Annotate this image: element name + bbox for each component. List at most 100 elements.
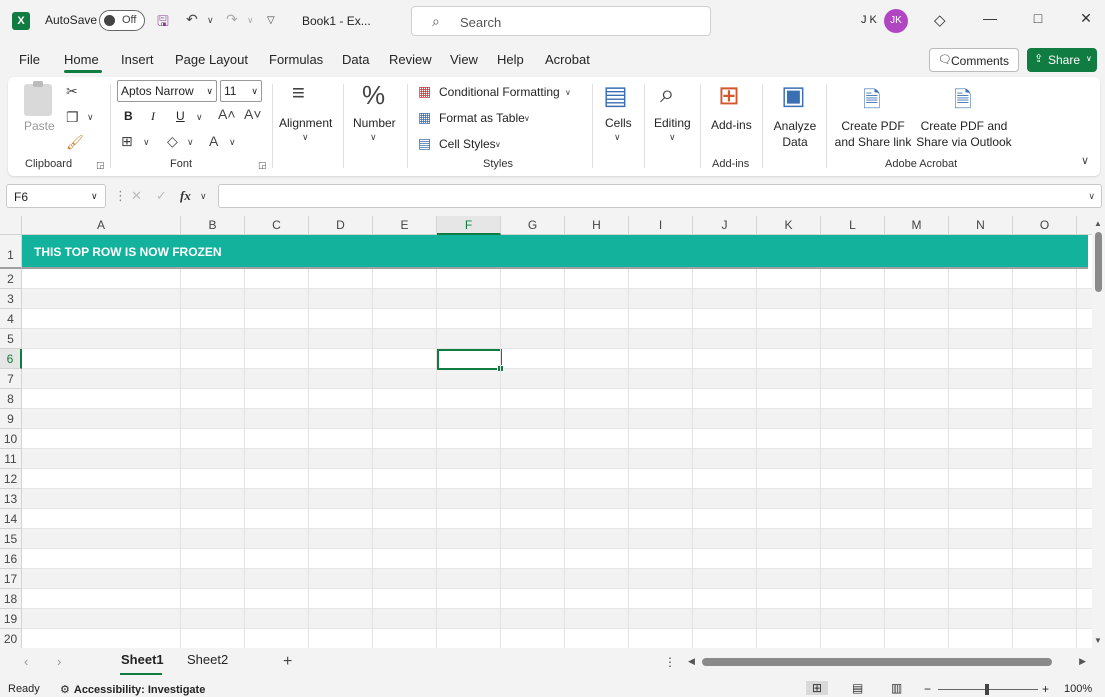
number-format-icon[interactable]: % xyxy=(362,80,385,111)
row-header-19[interactable]: 19 xyxy=(0,609,22,629)
sheet-tab-sheet1[interactable]: Sheet1 xyxy=(121,652,164,674)
editing-button-label[interactable]: Editing xyxy=(654,116,691,130)
column-header-a[interactable]: A xyxy=(22,216,181,235)
row-header-17[interactable]: 17 xyxy=(0,569,22,589)
decrease-font-icon[interactable]: A˅ xyxy=(244,106,262,122)
cell-styles-button[interactable]: Cell Styles xyxy=(439,137,496,151)
document-title[interactable]: Book1 - Ex... xyxy=(302,14,371,28)
table-row[interactable] xyxy=(22,509,1092,529)
conditional-formatting-dropdown-icon[interactable]: ∨ xyxy=(565,88,571,97)
font-color-icon[interactable]: A xyxy=(209,133,218,149)
tab-help[interactable]: Help xyxy=(497,52,524,67)
row-header-13[interactable]: 13 xyxy=(0,489,22,509)
table-row[interactable] xyxy=(22,349,1092,369)
accessibility-status[interactable]: ⚙ Accessibility: Investigate xyxy=(60,683,205,696)
ribbon-collapse-icon[interactable]: ∨ xyxy=(1081,154,1089,167)
column-header-n[interactable]: N xyxy=(949,216,1013,235)
row-header-4[interactable]: 4 xyxy=(0,309,22,329)
scroll-down-icon[interactable]: ▼ xyxy=(1094,636,1102,645)
table-row[interactable] xyxy=(22,609,1092,629)
close-icon[interactable]: ✕ xyxy=(1076,10,1096,27)
sheet-prev-icon[interactable]: ‹ xyxy=(24,654,28,669)
copy-dropdown-icon[interactable]: ∨ xyxy=(87,112,94,123)
row-header-10[interactable]: 10 xyxy=(0,429,22,449)
underline-button[interactable]: U xyxy=(176,109,185,123)
number-button-label[interactable]: Number xyxy=(353,116,396,130)
table-row[interactable] xyxy=(22,289,1092,309)
bold-button[interactable]: B xyxy=(124,109,133,123)
sheet-tab-sheet2[interactable]: Sheet2 xyxy=(187,652,228,674)
cut-icon[interactable]: ✂ xyxy=(66,83,78,100)
vertical-scroll-thumb[interactable] xyxy=(1095,232,1102,292)
horizontal-scrollbar[interactable]: ◀ ▶ xyxy=(686,654,1088,670)
tab-data[interactable]: Data xyxy=(342,52,369,67)
row-header-1[interactable]: 1 xyxy=(0,235,22,269)
table-row[interactable] xyxy=(22,569,1092,589)
cells-dropdown-icon[interactable]: ∨ xyxy=(614,132,621,143)
cancel-icon[interactable]: ✕ xyxy=(131,188,142,204)
cells-button-label[interactable]: Cells xyxy=(605,116,632,130)
format-as-table-button[interactable]: Format as Table xyxy=(439,111,525,125)
row-header-6[interactable]: 6 xyxy=(0,349,22,369)
horizontal-scroll-thumb[interactable] xyxy=(702,658,1052,666)
cell-styles-dropdown-icon[interactable]: ∨ xyxy=(495,140,501,149)
font-size-select[interactable]: 11 ∨ xyxy=(220,80,262,102)
underline-dropdown-icon[interactable]: ∨ xyxy=(196,112,203,123)
table-row[interactable] xyxy=(22,329,1092,349)
column-header-c[interactable]: C xyxy=(245,216,309,235)
pdf-outlook-icon[interactable]: 🗎 xyxy=(954,83,972,121)
zoom-level[interactable]: 100% xyxy=(1064,683,1092,695)
format-painter-icon[interactable]: 🖌 xyxy=(66,134,84,151)
increase-font-icon[interactable]: A˄ xyxy=(218,106,236,122)
number-dropdown-icon[interactable]: ∨ xyxy=(370,132,377,143)
sheet-next-icon[interactable]: › xyxy=(57,654,61,669)
row-header-7[interactable]: 7 xyxy=(0,369,22,389)
zoom-slider-thumb[interactable] xyxy=(985,684,989,695)
font-color-dropdown-icon[interactable]: ∨ xyxy=(229,137,236,148)
column-header-o[interactable]: O xyxy=(1013,216,1077,235)
column-header-e[interactable]: E xyxy=(373,216,437,235)
row-header-14[interactable]: 14 xyxy=(0,509,22,529)
table-row[interactable] xyxy=(22,489,1092,509)
table-row[interactable] xyxy=(22,549,1092,569)
zoom-out-icon[interactable]: − xyxy=(924,682,931,696)
editing-search-icon[interactable]: ⌕ xyxy=(660,78,675,110)
scroll-left-icon[interactable]: ◀ xyxy=(688,656,695,667)
row-header-8[interactable]: 8 xyxy=(0,389,22,409)
add-ins-icon[interactable]: ⊞ xyxy=(718,80,740,111)
column-header-l[interactable]: L xyxy=(821,216,885,235)
maximize-icon[interactable]: □ xyxy=(1028,10,1048,26)
borders-icon[interactable]: ⊞ xyxy=(121,133,133,150)
alignment-button-label[interactable]: Alignment xyxy=(279,116,332,130)
tab-formulas[interactable]: Formulas xyxy=(269,52,323,67)
clipboard-launcher-icon[interactable]: ◲ xyxy=(96,160,105,171)
tab-home[interactable]: Home xyxy=(64,52,99,67)
font-name-select[interactable]: Aptos Narrow ∨ xyxy=(117,80,217,102)
tab-view[interactable]: View xyxy=(450,52,478,67)
paste-button-label[interactable]: Paste xyxy=(24,119,55,133)
customize-toolbar-icon[interactable]: ▽ xyxy=(267,15,275,26)
fill-color-dropdown-icon[interactable]: ∨ xyxy=(187,137,194,148)
table-row[interactable] xyxy=(22,629,1092,648)
scroll-right-icon[interactable]: ▶ xyxy=(1079,656,1086,667)
share-button[interactable]: ⇪ Share ∨ xyxy=(1027,48,1097,72)
scroll-up-icon[interactable]: ▲ xyxy=(1094,219,1102,228)
font-launcher-icon[interactable]: ◲ xyxy=(258,160,267,171)
autosave-toggle[interactable]: Off xyxy=(99,10,145,31)
table-row[interactable] xyxy=(22,269,1092,289)
table-row[interactable] xyxy=(22,369,1092,389)
premium-diamond-icon[interactable]: ◇ xyxy=(934,11,946,29)
row-header-18[interactable]: 18 xyxy=(0,589,22,609)
column-header-b[interactable]: B xyxy=(181,216,245,235)
create-pdf-outlook-button[interactable]: Create PDF and Share via Outlook xyxy=(914,118,1014,150)
zoom-in-icon[interactable]: + xyxy=(1042,682,1049,696)
normal-view-icon[interactable]: ⊞ xyxy=(806,681,829,695)
row-header-11[interactable]: 11 xyxy=(0,449,22,469)
vertical-scrollbar[interactable]: ▲ ▼ xyxy=(1092,216,1105,648)
conditional-formatting-button[interactable]: Conditional Formatting xyxy=(439,85,560,99)
pdf-share-link-icon[interactable]: 🗎 xyxy=(863,83,881,121)
formula-input[interactable]: ∨ xyxy=(218,184,1102,208)
row-header-9[interactable]: 9 xyxy=(0,409,22,429)
page-layout-view-icon[interactable]: ▤ xyxy=(852,681,863,695)
tab-file[interactable]: File xyxy=(19,52,40,67)
